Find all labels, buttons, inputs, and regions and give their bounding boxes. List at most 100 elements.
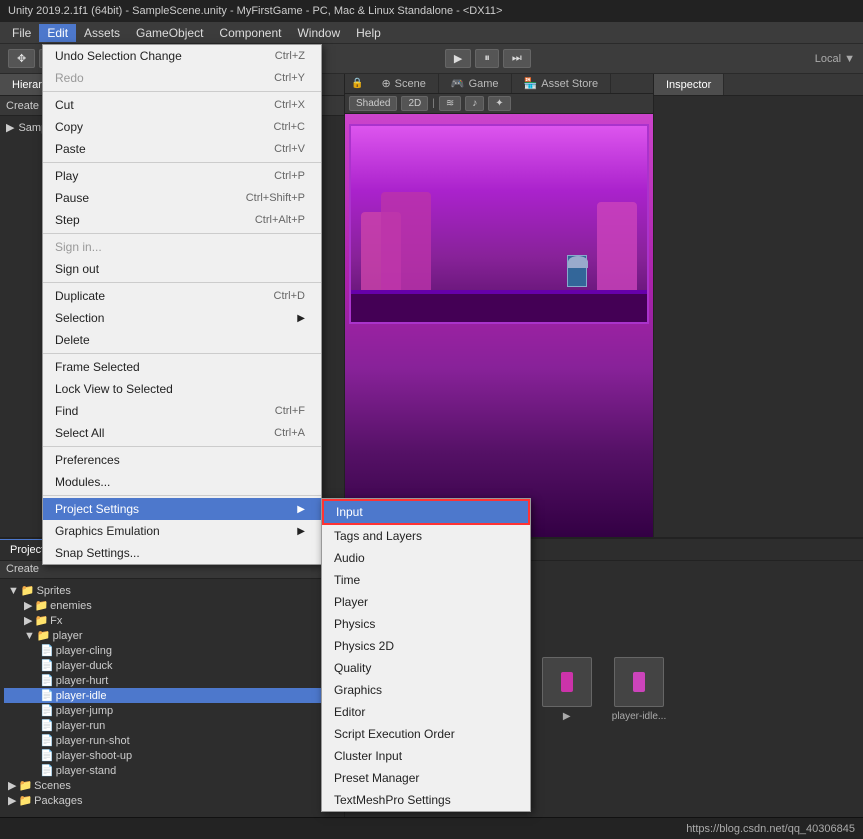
menu-duplicate[interactable]: Duplicate Ctrl+D (43, 285, 321, 307)
menu-find[interactable]: Find Ctrl+F (43, 400, 321, 422)
tree-player-cling[interactable]: 📄 player-cling (4, 643, 340, 658)
tab-game[interactable]: 🎮 Game (439, 74, 512, 93)
menu-undo[interactable]: Undo Selection Change Ctrl+Z (43, 45, 321, 67)
player-stand-label: player-stand (56, 765, 117, 777)
menu-frame-selected[interactable]: Frame Selected (43, 356, 321, 378)
menu-copy[interactable]: Copy Ctrl+C (43, 116, 321, 138)
menu-bar: File Edit Assets GameObject Component Wi… (0, 22, 863, 44)
pause-button[interactable]: ⏸ (475, 49, 499, 68)
menu-signout[interactable]: Sign out (43, 258, 321, 280)
submenu-cluster-input[interactable]: Cluster Input (322, 745, 530, 767)
menu-signin[interactable]: Sign in... (43, 236, 321, 258)
expand-icon: ▼ (8, 585, 19, 597)
sep-7 (43, 495, 321, 496)
folder-icon: 📁 (18, 794, 32, 807)
shading-btn[interactable]: Shaded (349, 96, 397, 111)
project-panel: Project Console Create 🔍 ▼ 📁 Sprites ▶ 📁… (0, 539, 345, 817)
submenu-audio[interactable]: Audio (322, 547, 530, 569)
tree-enemies[interactable]: ▶ 📁 enemies (4, 598, 340, 613)
editor-label: Editor (334, 705, 365, 719)
menu-pause[interactable]: Pause Ctrl+Shift+P (43, 187, 321, 209)
submenu-time[interactable]: Time (322, 569, 530, 591)
submenu-physics[interactable]: Physics (322, 613, 530, 635)
menu-select-all[interactable]: Select All Ctrl+A (43, 422, 321, 444)
audio-btn[interactable]: ♪ (465, 96, 484, 111)
graphics-emulation-arrow: ▶ (297, 526, 305, 537)
player-idle-label: player-idle (56, 690, 107, 702)
menu-lock-view[interactable]: Lock View to Selected (43, 378, 321, 400)
sprite-item-2[interactable]: player-idle... (612, 657, 666, 722)
submenu-editor[interactable]: Editor (322, 701, 530, 723)
play-button[interactable]: ▶ (445, 49, 471, 68)
tree-player-run[interactable]: 📄 player-run (4, 718, 340, 733)
mode-btn[interactable]: 2D (401, 96, 428, 111)
duplicate-label: Duplicate (55, 289, 105, 303)
tab-icon-game: 🎮 (451, 77, 465, 90)
menu-graphics-emulation[interactable]: Graphics Emulation ▶ (43, 520, 321, 542)
sprite-name-label: player-idle... (612, 711, 666, 722)
effects-btn[interactable]: ✦ (488, 96, 510, 111)
copy-label: Copy (55, 120, 83, 134)
tree-player-jump[interactable]: 📄 player-jump (4, 703, 340, 718)
tab-scene[interactable]: ⊕ Scene (369, 74, 438, 93)
step-button[interactable]: ⏭ (503, 49, 531, 68)
graphics-label: Graphics (334, 683, 382, 697)
tree-fx[interactable]: ▶ 📁 Fx (4, 613, 340, 628)
inspector-tab[interactable]: Inspector (654, 74, 724, 95)
menu-gameobject[interactable]: GameObject (128, 24, 211, 42)
menu-edit[interactable]: Edit (39, 24, 76, 42)
menu-preferences[interactable]: Preferences (43, 449, 321, 471)
menu-file[interactable]: File (4, 24, 39, 42)
create-btn[interactable]: Create (6, 563, 39, 576)
tree-player-shoot-up[interactable]: 📄 player-shoot-up (4, 748, 340, 763)
menu-project-settings[interactable]: Project Settings ▶ Input Tags and Layers… (43, 498, 321, 520)
tab-asset-store[interactable]: 🏪 Asset Store (512, 74, 612, 93)
tree-player-run-shot[interactable]: 📄 player-run-shot (4, 733, 340, 748)
menu-modules[interactable]: Modules... (43, 471, 321, 493)
expand-icon: ▶ (8, 779, 16, 792)
menu-paste[interactable]: Paste Ctrl+V (43, 138, 321, 160)
submenu-script-execution[interactable]: Script Execution Order (322, 723, 530, 745)
tree-player-idle[interactable]: 📄 player-idle (4, 688, 340, 703)
submenu-graphics[interactable]: Graphics (322, 679, 530, 701)
tree-right (597, 202, 637, 292)
menu-window[interactable]: Window (289, 24, 348, 42)
tab-asset-store-label: Asset Store (541, 78, 598, 90)
sprite-item-1[interactable]: ▶ (542, 657, 592, 722)
tab-icon-scene: ⊕ (381, 77, 390, 90)
submenu-player[interactable]: Player (322, 591, 530, 613)
menu-delete[interactable]: Delete (43, 329, 321, 351)
edit-menu-overlay: Undo Selection Change Ctrl+Z Redo Ctrl+Y… (42, 44, 322, 565)
tree-sprites[interactable]: ▼ 📁 Sprites (4, 583, 340, 598)
submenu-input[interactable]: Input (322, 499, 530, 525)
menu-component[interactable]: Component (211, 24, 289, 42)
tree-player-stand[interactable]: 📄 player-stand (4, 763, 340, 778)
tree-player[interactable]: ▼ 📁 player (4, 628, 340, 643)
submenu-quality[interactable]: Quality (322, 657, 530, 679)
tree-player-hurt[interactable]: 📄 player-hurt (4, 673, 340, 688)
menu-assets[interactable]: Assets (76, 24, 128, 42)
submenu-physics-2d[interactable]: Physics 2D (322, 635, 530, 657)
folder-icon: 📁 (21, 584, 35, 597)
fx-label: Fx (50, 615, 62, 627)
submenu-preset-manager[interactable]: Preset Manager (322, 767, 530, 789)
menu-play[interactable]: Play Ctrl+P (43, 165, 321, 187)
tree-packages[interactable]: ▶ 📁 Packages (4, 793, 340, 808)
submenu-textmeshpro[interactable]: TextMeshPro Settings (322, 789, 530, 811)
scene-toolbar: Shaded 2D | ≋ ♪ ✦ (345, 94, 653, 114)
menu-redo[interactable]: Redo Ctrl+Y (43, 67, 321, 89)
menu-step[interactable]: Step Ctrl+Alt+P (43, 209, 321, 231)
menu-selection[interactable]: Selection ▶ (43, 307, 321, 329)
sep-1 (43, 91, 321, 92)
toolbar-move[interactable]: ✥ (8, 49, 35, 68)
tree-scenes[interactable]: ▶ 📁 Scenes (4, 778, 340, 793)
tree-player-duck[interactable]: 📄 player-duck (4, 658, 340, 673)
submenu-tags-layers[interactable]: Tags and Layers (322, 525, 530, 547)
menu-help[interactable]: Help (348, 24, 389, 42)
player-settings-label: Player (334, 595, 368, 609)
packages-label: Packages (34, 795, 82, 807)
sep-5 (43, 353, 321, 354)
menu-snap-settings[interactable]: Snap Settings... (43, 542, 321, 564)
menu-cut[interactable]: Cut Ctrl+X (43, 94, 321, 116)
gizmo-btn[interactable]: ≋ (439, 96, 461, 111)
